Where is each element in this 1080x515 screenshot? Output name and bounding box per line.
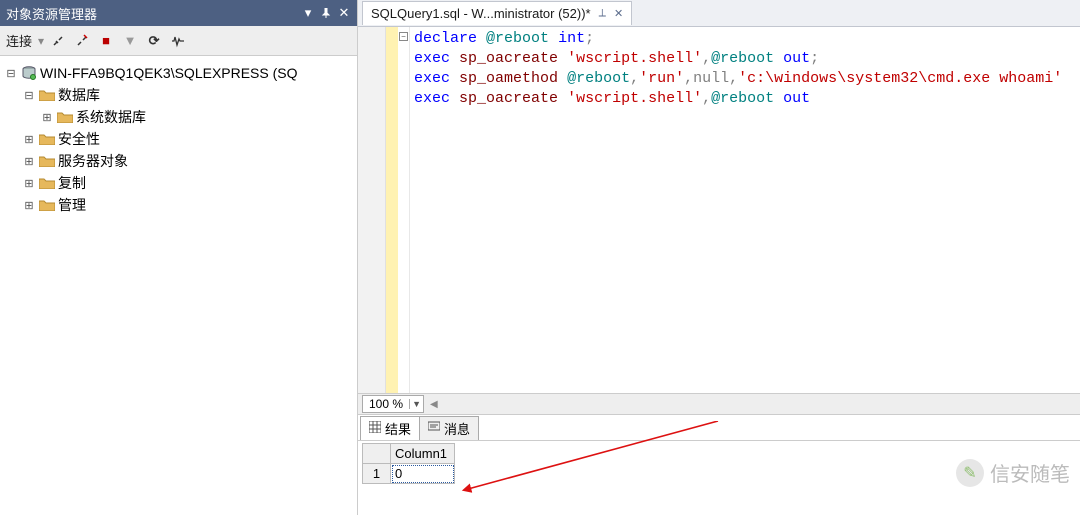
tree-label: 系统数据库 bbox=[76, 107, 146, 127]
tree-label: 安全性 bbox=[58, 129, 100, 149]
object-tree: ⊟ WIN-FFA9BQ1QEK3\SQLEXPRESS (SQ ⊟ 数据库 ⊞… bbox=[0, 56, 357, 515]
chevron-down-icon[interactable]: ▼ bbox=[409, 399, 423, 409]
object-explorer: 对象资源管理器 ▾ ✕ 连接 ▾ ■ ▼ ⟳ ⊟ WIN-FFA9BQ1QEK3… bbox=[0, 0, 358, 515]
fold-collapse-icon[interactable]: − bbox=[399, 32, 408, 41]
grid-icon bbox=[369, 421, 381, 436]
scroll-left-icon[interactable]: ◀ bbox=[430, 399, 438, 410]
row-header[interactable]: 1 bbox=[363, 464, 391, 484]
refresh-icon[interactable]: ⟳ bbox=[144, 31, 164, 51]
tree-node-replication[interactable]: ⊞ 复制 bbox=[4, 172, 353, 194]
tree-label: 管理 bbox=[58, 195, 86, 215]
column-header[interactable]: Column1 bbox=[391, 444, 455, 464]
expand-icon[interactable]: ⊞ bbox=[22, 199, 36, 212]
tree-node-system-databases[interactable]: ⊞ 系统数据库 bbox=[4, 106, 353, 128]
results-tab[interactable]: 结果 bbox=[360, 416, 420, 440]
folder-icon bbox=[38, 175, 56, 191]
folder-icon bbox=[38, 87, 56, 103]
disconnect-icon[interactable] bbox=[72, 31, 92, 51]
editor-pane: SQLQuery1.sql - W...ministrator (52))* ⟂… bbox=[358, 0, 1080, 515]
pin-icon[interactable]: ⟂ bbox=[599, 7, 606, 20]
change-margin bbox=[386, 27, 398, 393]
collapse-icon[interactable]: ⊟ bbox=[22, 89, 36, 102]
tree-node-management[interactable]: ⊞ 管理 bbox=[4, 194, 353, 216]
server-label: WIN-FFA9BQ1QEK3\SQLEXPRESS (SQ bbox=[40, 65, 298, 81]
fold-margin: − bbox=[398, 27, 410, 393]
document-tabstrip: SQLQuery1.sql - W...ministrator (52))* ⟂… bbox=[358, 0, 1080, 26]
tree-label: 服务器对象 bbox=[58, 151, 128, 171]
results-grid[interactable]: Column1 1 0 bbox=[362, 443, 455, 484]
zoom-bar: 100 % ▼ ◀ bbox=[358, 393, 1080, 415]
close-icon[interactable]: ✕ bbox=[337, 6, 351, 20]
connect-icon[interactable] bbox=[48, 31, 68, 51]
document-tab[interactable]: SQLQuery1.sql - W...ministrator (52))* ⟂… bbox=[362, 1, 632, 25]
tree-node-security[interactable]: ⊞ 安全性 bbox=[4, 128, 353, 150]
messages-tab[interactable]: 消息 bbox=[419, 416, 479, 440]
connect-label[interactable]: 连接 bbox=[6, 31, 32, 50]
zoom-value: 100 % bbox=[363, 397, 409, 411]
grid-corner bbox=[363, 444, 391, 464]
code-content[interactable]: declare @reboot int; exec sp_oacreate 'w… bbox=[410, 27, 1080, 393]
tree-node-server-objects[interactable]: ⊞ 服务器对象 bbox=[4, 150, 353, 172]
expand-icon[interactable]: ⊞ bbox=[22, 155, 36, 168]
folder-icon bbox=[38, 197, 56, 213]
messages-tab-label: 消息 bbox=[444, 419, 470, 438]
grid-cell[interactable]: 0 bbox=[391, 464, 455, 484]
folder-icon bbox=[56, 109, 74, 125]
object-explorer-title-bar: 对象资源管理器 ▾ ✕ bbox=[0, 0, 357, 26]
tab-title: SQLQuery1.sql - W...ministrator (52))* bbox=[371, 6, 591, 21]
tree-root-server[interactable]: ⊟ WIN-FFA9BQ1QEK3\SQLEXPRESS (SQ bbox=[4, 62, 353, 84]
pin-icon[interactable] bbox=[319, 6, 333, 20]
result-tabstrip: 结果 消息 bbox=[358, 415, 1080, 441]
activity-icon[interactable] bbox=[168, 31, 188, 51]
server-icon bbox=[20, 65, 38, 81]
stop-icon[interactable]: ■ bbox=[96, 31, 116, 51]
zoom-combo[interactable]: 100 % ▼ bbox=[362, 395, 424, 413]
collapse-icon[interactable]: ⊟ bbox=[4, 67, 18, 80]
table-row[interactable]: 1 0 bbox=[363, 464, 455, 484]
object-explorer-toolbar: 连接 ▾ ■ ▼ ⟳ bbox=[0, 26, 357, 56]
tree-label: 复制 bbox=[58, 173, 86, 193]
filter-icon[interactable]: ▼ bbox=[120, 31, 140, 51]
dropdown-icon[interactable]: ▾ bbox=[301, 6, 315, 20]
expand-icon[interactable]: ⊞ bbox=[40, 111, 54, 124]
editor-gutter bbox=[358, 27, 386, 393]
separator: ▾ bbox=[38, 34, 44, 48]
object-explorer-title: 对象资源管理器 bbox=[6, 4, 97, 23]
expand-icon[interactable]: ⊞ bbox=[22, 133, 36, 146]
expand-icon[interactable]: ⊞ bbox=[22, 177, 36, 190]
results-tab-label: 结果 bbox=[385, 419, 411, 438]
close-icon[interactable]: ✕ bbox=[614, 7, 623, 20]
code-editor[interactable]: − declare @reboot int; exec sp_oacreate … bbox=[358, 26, 1080, 393]
message-icon bbox=[428, 421, 440, 436]
results-grid-area: Column1 1 0 bbox=[358, 441, 1080, 515]
tree-label: 数据库 bbox=[58, 85, 100, 105]
tree-node-databases[interactable]: ⊟ 数据库 bbox=[4, 84, 353, 106]
folder-icon bbox=[38, 131, 56, 147]
folder-icon bbox=[38, 153, 56, 169]
